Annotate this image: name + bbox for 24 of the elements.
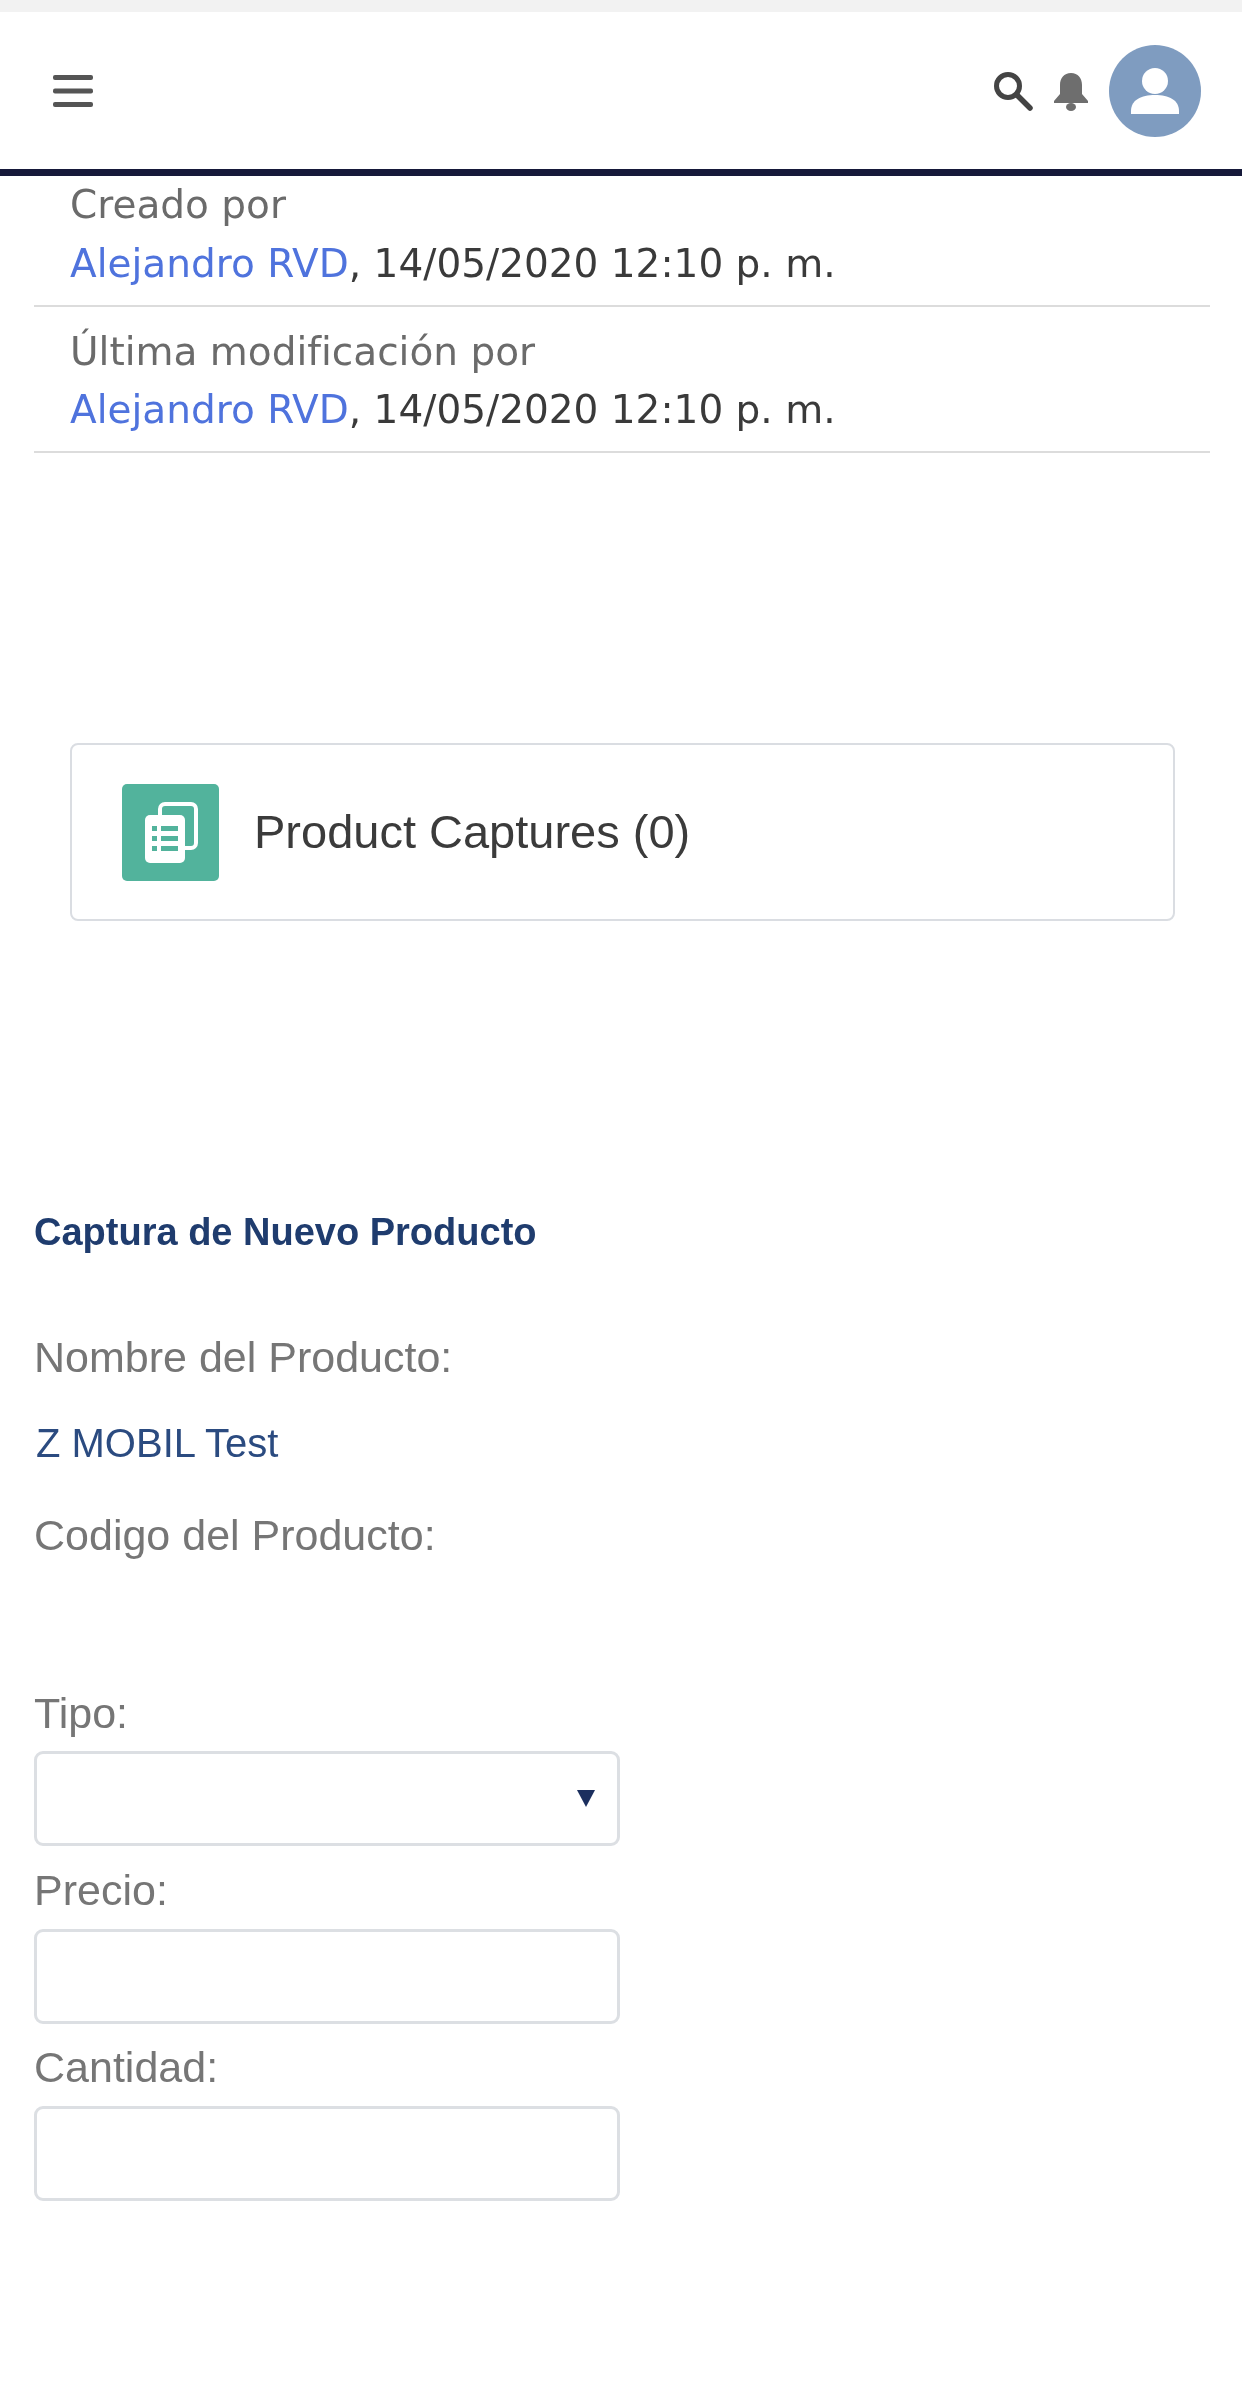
timestamp-text: , 14/05/2020 12:10 p. m.: [348, 387, 836, 432]
user-link[interactable]: Alejandro RVD: [70, 387, 349, 432]
user-avatar-icon[interactable]: [1109, 44, 1201, 137]
documents-icon: [122, 783, 219, 881]
field-label: Precio:: [34, 1865, 168, 1916]
related-list-card[interactable]: Product Captures (0): [70, 743, 1175, 921]
field-label: Nombre del Producto:: [34, 1332, 453, 1383]
field-label: Cantidad:: [34, 2042, 219, 2093]
notification-bell-icon[interactable]: [1053, 70, 1089, 111]
user-link[interactable]: Alejandro RVD: [70, 240, 349, 286]
timestamp-text: , 14/05/2020 12:10 p. m.: [348, 240, 836, 286]
menu-icon[interactable]: [53, 74, 93, 107]
input-field[interactable]: [34, 1929, 620, 2024]
related-list-title[interactable]: Product Captures (0): [254, 803, 691, 861]
field-label: Creado por: [70, 181, 286, 229]
search-icon[interactable]: [993, 70, 1033, 111]
field-label: Última modificación por: [70, 327, 536, 376]
caret-icon: [577, 1790, 595, 1807]
input-field[interactable]: [34, 2106, 620, 2201]
field-label: Tipo:: [34, 1688, 128, 1739]
dropdown-field[interactable]: [34, 1751, 620, 1846]
form-title: Captura de Nuevo Producto: [34, 1210, 537, 1255]
field-value: Z MOBIL Test: [35, 1420, 279, 1467]
field-label: Codigo del Producto:: [34, 1510, 436, 1561]
